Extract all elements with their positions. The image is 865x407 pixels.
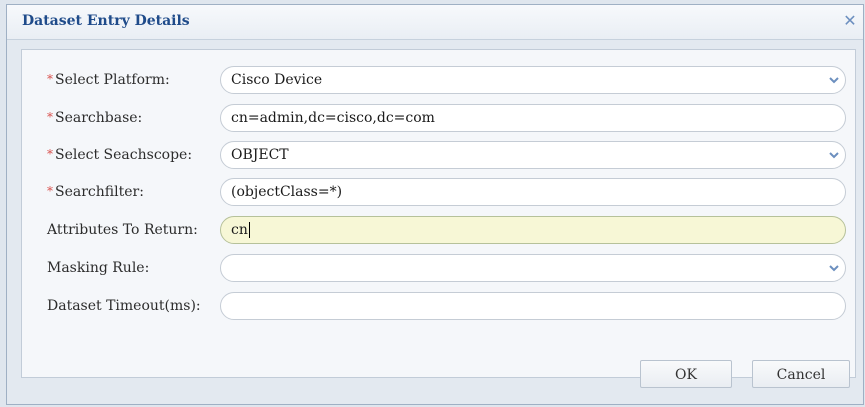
select-seachscope-value: OBJECT	[231, 147, 289, 163]
dialog-title: Dataset Entry Details	[22, 13, 190, 29]
required-marker: *	[47, 72, 53, 86]
masking-rule-label: Masking Rule:	[47, 260, 150, 276]
form-panel: * Select Platform: Cisco Device * Searchba…	[21, 49, 856, 378]
select-platform-value: Cisco Device	[231, 72, 323, 88]
ok-button[interactable]: OK	[640, 360, 732, 388]
chevron-down-icon[interactable]	[829, 263, 839, 273]
attributes-to-return-value: cn	[231, 222, 250, 238]
searchfilter-input[interactable]: (objectClass=*)	[220, 178, 846, 206]
dataset-timeout-input[interactable]	[220, 292, 846, 320]
chevron-down-icon[interactable]	[829, 75, 839, 85]
searchbase-input[interactable]: cn=admin,dc=cisco,dc=com	[220, 104, 846, 132]
text-cursor	[248, 222, 250, 238]
attributes-to-return-input[interactable]: cn	[220, 216, 846, 244]
dataset-timeout-label: Dataset Timeout(ms):	[47, 298, 201, 314]
searchbase-label: * Searchbase:	[47, 110, 143, 126]
row-select-platform: * Select Platform: Cisco Device	[22, 66, 855, 96]
row-attributes-to-return: Attributes To Return: cn	[22, 216, 855, 246]
select-seachscope-label: * Select Seachscope:	[47, 147, 193, 163]
select-platform-dropdown[interactable]: Cisco Device	[220, 66, 846, 94]
searchbase-value: cn=admin,dc=cisco,dc=com	[231, 110, 435, 126]
cancel-button[interactable]: Cancel	[752, 360, 850, 388]
row-searchfilter: * Searchfilter: (objectClass=*)	[22, 178, 855, 208]
select-platform-label: * Select Platform:	[47, 72, 170, 88]
masking-rule-dropdown[interactable]	[220, 254, 846, 282]
close-icon[interactable]: ✕	[842, 13, 858, 29]
row-dataset-timeout: Dataset Timeout(ms):	[22, 292, 855, 322]
select-seachscope-dropdown[interactable]: OBJECT	[220, 141, 846, 169]
row-masking-rule: Masking Rule:	[22, 254, 855, 284]
attributes-to-return-label: Attributes To Return:	[47, 222, 198, 238]
searchfilter-value: (objectClass=*)	[231, 184, 343, 200]
row-select-seachscope: * Select Seachscope: OBJECT	[22, 141, 855, 171]
dialog-titlebar: Dataset Entry Details ✕	[7, 5, 863, 40]
required-marker: *	[47, 184, 53, 198]
searchfilter-label: * Searchfilter:	[47, 184, 144, 200]
chevron-down-icon[interactable]	[829, 150, 839, 160]
row-searchbase: * Searchbase: cn=admin,dc=cisco,dc=com	[22, 104, 855, 134]
required-marker: *	[47, 147, 53, 161]
dataset-entry-dialog: Dataset Entry Details ✕ * Select Platform…	[6, 4, 864, 405]
required-marker: *	[47, 110, 53, 124]
